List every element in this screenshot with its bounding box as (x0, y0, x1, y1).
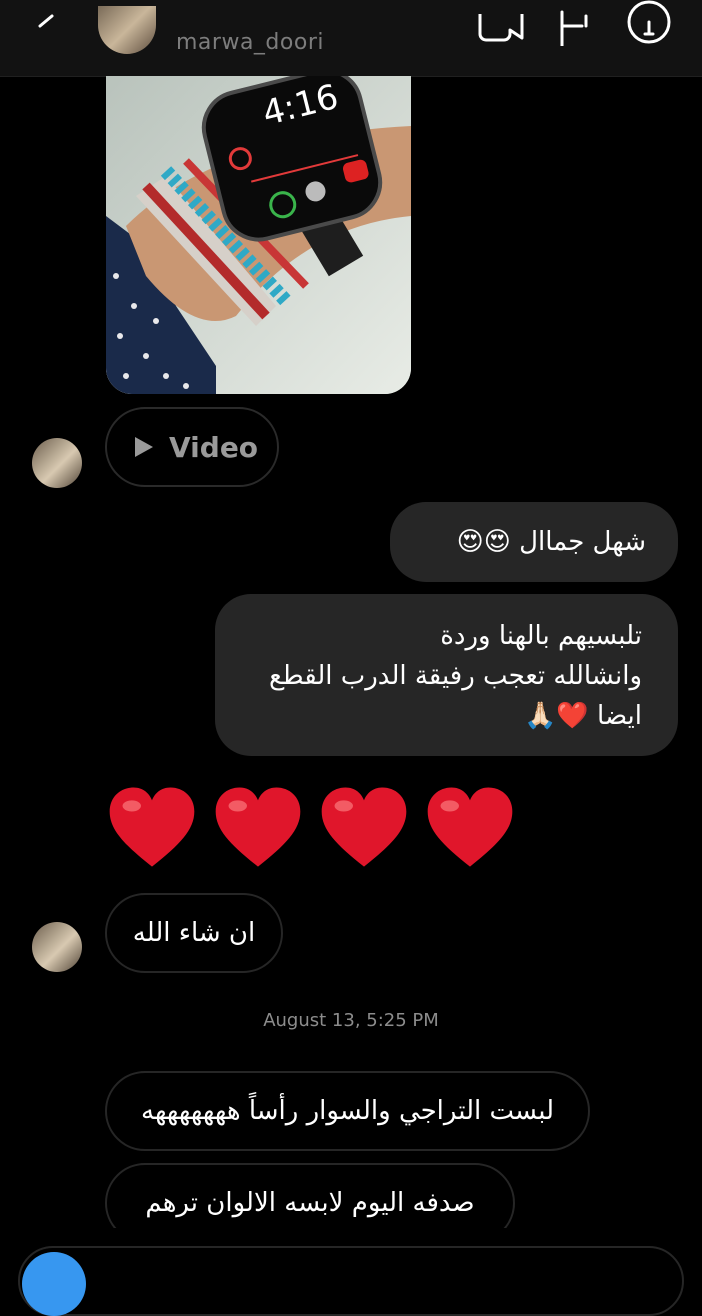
message-text: صدفه اليوم لابسه الالوان ترهم (145, 1188, 475, 1218)
message-text: ان شاء الله (132, 918, 256, 948)
conversation-header: marwa_doori (0, 0, 702, 77)
message-line: تلبسيهم بالهنا وردة (440, 621, 642, 651)
photo-message[interactable]: 4:16 (106, 76, 411, 394)
sender-avatar[interactable] (32, 922, 82, 972)
video-label: Video (169, 430, 259, 464)
hearts-message[interactable] (106, 782, 526, 878)
outgoing-message[interactable]: شهل جماال 😍😍 (390, 502, 678, 582)
watch-photo: 4:16 (106, 76, 411, 394)
sender-avatar[interactable] (32, 438, 82, 488)
video-call-icon[interactable] (474, 6, 526, 46)
message-timestamp: August 13, 5:25 PM (263, 1010, 439, 1031)
message-line: ايضا ❤️🙏🏻 (524, 701, 642, 731)
camera-icon[interactable] (22, 1252, 86, 1316)
message-text: لبست التراجي والسوار رأساً هههههههه (141, 1096, 555, 1126)
video-message[interactable]: Video (105, 407, 279, 487)
outgoing-message[interactable]: تلبسيهم بالهنا وردة وانشالله تعجب رفيقة … (215, 594, 678, 756)
incoming-message[interactable]: لبست التراجي والسوار رأساً هههههههه (105, 1071, 590, 1151)
header-avatar[interactable] (98, 6, 156, 54)
heart-icon (109, 787, 195, 867)
play-icon (135, 437, 153, 457)
incoming-message[interactable]: ان شاء الله (105, 893, 283, 973)
message-line: وانشالله تعجب رفيقة الدرب القطع (269, 661, 642, 691)
heart-icon (321, 787, 407, 867)
message-input[interactable] (18, 1246, 684, 1316)
message-text: شهل جماال 😍😍 (456, 527, 646, 557)
back-arrow-icon[interactable] (34, 14, 58, 38)
header-username[interactable]: marwa_doori (176, 30, 324, 55)
heart-icon (215, 787, 301, 867)
heart-icon (427, 787, 513, 867)
message-composer (0, 1228, 702, 1316)
flag-icon[interactable] (556, 6, 600, 46)
info-icon[interactable] (624, 0, 674, 48)
